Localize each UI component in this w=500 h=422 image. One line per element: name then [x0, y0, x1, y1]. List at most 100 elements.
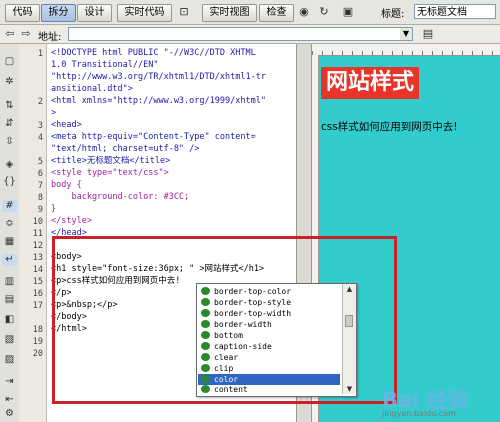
design-view-button[interactable]: 设计 — [77, 4, 112, 22]
line-number: 11 — [32, 229, 43, 239]
code-line: <meta http-equiv="Content-Type" content= — [51, 132, 256, 142]
line-number: 13 — [32, 253, 43, 263]
line-number: 1 — [37, 49, 43, 59]
code-line: <!DOCTYPE html PUBLIC "-//W3C//DTD XHTML — [51, 48, 256, 58]
wrap-tag-icon[interactable]: ◧ — [2, 314, 17, 326]
inspect-button[interactable]: 检查 — [259, 4, 294, 22]
code-hint-label: content — [214, 385, 248, 394]
property-icon — [201, 331, 210, 339]
code-line: </html> — [51, 324, 87, 334]
title-field[interactable]: 无标题文档 — [414, 4, 496, 19]
code-hint-item[interactable]: clip — [198, 363, 340, 374]
back-icon[interactable]: ⇦ — [2, 26, 18, 42]
format-source-icon[interactable]: ⚙ — [2, 408, 17, 420]
outdent-code-icon[interactable]: ⇤ — [2, 394, 17, 406]
indent-code-icon[interactable]: ⇥ — [2, 376, 17, 388]
design-paragraph[interactable]: css样式如何应用到网页中去! — [321, 119, 457, 134]
property-icon — [201, 287, 210, 295]
recent-snippets-icon[interactable]: ▧ — [2, 334, 17, 346]
code-hint-label: caption-side — [214, 342, 272, 351]
code-hint-label: clear — [214, 353, 239, 362]
code-line: <p>css样式如何应用到网页中去! — [51, 276, 181, 286]
line-number: 20 — [32, 349, 43, 359]
remove-comment-icon[interactable]: ▤ — [2, 294, 17, 306]
balance-braces-icon[interactable]: {} — [2, 176, 17, 188]
code-hint-label: bottom — [214, 331, 243, 340]
coding-toolbar: ▢ ✲ ⇅ ⇵ ⇳ ◈ {} # ≎ ▦ ↵ ▥ ▤ ◧ ▧ ▨ ⇥ ⇤ ⚙ — [0, 44, 20, 422]
property-icon — [201, 320, 210, 328]
line-number: 6 — [37, 169, 43, 179]
split-view-button[interactable]: 拆分 — [41, 4, 76, 22]
line-number: 15 — [32, 277, 43, 287]
scroll-thumb[interactable] — [345, 315, 353, 327]
code-view-button[interactable]: 代码 — [5, 4, 40, 22]
browser-preview-icon[interactable]: ◉ — [296, 4, 312, 20]
code-hint-item[interactable]: caption-side — [198, 341, 340, 352]
code-hint-label: border-top-color — [214, 287, 292, 296]
code-line: > — [51, 108, 57, 118]
collapse-selection-icon[interactable]: ⇵ — [2, 118, 17, 130]
property-icon — [201, 385, 210, 393]
collapse-tag-icon[interactable]: ⇅ — [2, 100, 17, 112]
line-number: 4 — [37, 133, 43, 143]
code-hint-scrollbar[interactable]: ▲ ▼ — [342, 284, 356, 394]
code-line: </body> — [51, 312, 87, 322]
code-line: </p> — [51, 288, 72, 298]
line-number: 9 — [37, 205, 43, 215]
word-wrap-icon[interactable]: ↵ — [2, 254, 17, 266]
open-documents-icon[interactable]: ▢ — [2, 56, 17, 68]
page-options-icon[interactable]: ▤ — [420, 26, 436, 42]
code-hint-popup[interactable]: border-top-color border-top-style border… — [196, 283, 357, 397]
expand-all-icon[interactable]: ⇳ — [2, 136, 17, 148]
show-code-navigator-icon[interactable]: ✲ — [2, 76, 17, 88]
code-line: body { — [51, 180, 82, 190]
line-number: 14 — [32, 265, 43, 275]
code-line: <head> — [51, 120, 82, 130]
code-line: <body> — [51, 252, 82, 262]
refresh-icon[interactable]: ↻ — [316, 4, 332, 20]
address-input[interactable]: ▼ — [68, 27, 413, 41]
forward-icon[interactable]: ⇨ — [18, 26, 34, 42]
move-css-icon[interactable]: ▨ — [2, 354, 17, 366]
code-line: <style type="text/css"> — [51, 168, 169, 178]
highlight-invalid-icon[interactable]: ≎ — [2, 218, 17, 230]
code-hint-item[interactable]: content — [198, 384, 340, 395]
view-options-icon[interactable]: ▣ — [340, 4, 356, 20]
watermark-url: jingyan.baidu.com — [382, 409, 456, 418]
code-hint-label: border-top-width — [214, 309, 292, 318]
line-number: 18 — [32, 325, 43, 335]
line-number: 19 — [32, 337, 43, 347]
address-bar: ⇦ ⇨ 地址: ▼ ▤ — [0, 25, 500, 44]
chevron-down-icon[interactable]: ▼ — [400, 28, 412, 40]
line-number: 5 — [37, 157, 43, 167]
live-code-button[interactable]: 实时代码 — [117, 4, 172, 22]
scroll-down-icon[interactable]: ▼ — [343, 384, 356, 394]
code-hint-item[interactable]: border-top-width — [198, 308, 340, 319]
design-heading[interactable]: 网站样式 — [321, 67, 420, 99]
code-hint-item[interactable]: border-top-style — [198, 297, 340, 308]
code-hint-label: border-top-style — [214, 298, 292, 307]
line-number: 3 — [37, 121, 43, 131]
code-line: 1.0 Transitional//EN" — [51, 60, 159, 70]
code-hint-item[interactable]: border-top-color — [198, 286, 340, 297]
apply-comment-icon[interactable]: ▥ — [2, 276, 17, 288]
code-line: } — [51, 204, 57, 214]
line-number: 17 — [32, 301, 43, 311]
line-number: 16 — [32, 289, 43, 299]
property-icon — [201, 342, 210, 350]
code-line: <p>&nbsp;</p> — [51, 300, 118, 310]
code-hint-label: border-width — [214, 320, 272, 329]
code-hint-item[interactable]: clear — [198, 352, 340, 363]
live-view-button[interactable]: 实时视图 — [202, 4, 257, 22]
check-compat-icon[interactable]: ⊡ — [174, 4, 194, 20]
code-hint-item[interactable]: bottom — [198, 330, 340, 341]
syntax-coloring-icon[interactable]: ▦ — [2, 236, 17, 248]
code-line: <title>无标题文档</title> — [51, 156, 171, 166]
code-hint-label: clip — [214, 364, 234, 373]
code-hint-item[interactable]: border-width — [198, 319, 340, 330]
line-numbers-icon[interactable]: # — [2, 200, 17, 212]
code-line: <html xmlns="http://www.w3.org/1999/xhtm… — [51, 96, 266, 106]
select-parent-tag-icon[interactable]: ◈ — [2, 159, 17, 171]
line-number: 10 — [32, 217, 43, 227]
scroll-up-icon[interactable]: ▲ — [343, 284, 356, 294]
